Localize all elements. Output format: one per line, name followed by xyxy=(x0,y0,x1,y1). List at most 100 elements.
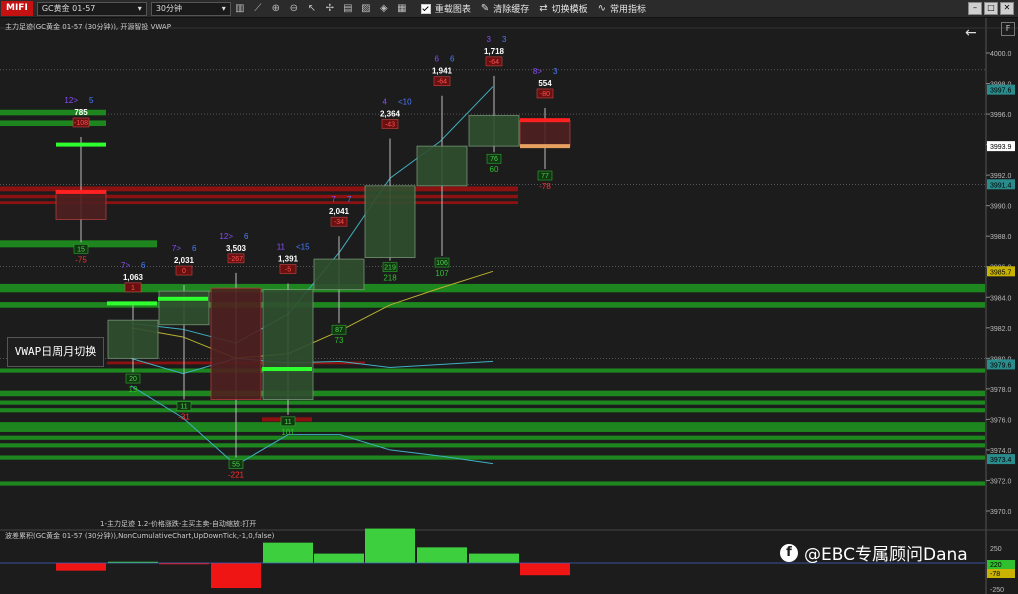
candle-top-right-label: 6 xyxy=(244,232,249,241)
chart-footer-note: 1-主力足迹 1.2-价格涨跌-主买主卖-自动缩放:打开 xyxy=(100,520,257,528)
draw-line-icon[interactable]: ⟋ xyxy=(252,3,264,15)
candle-volume-label: 3,503 xyxy=(226,244,247,253)
key-level-line xyxy=(520,144,570,149)
bar-chart-icon[interactable]: ▥ xyxy=(234,3,246,15)
price-axis-label: 3976.0 xyxy=(990,417,1012,424)
footprint-chart[interactable]: 12> 5785 -108 15 -75 7> 6 1,063 1 20 19 7> 6 2,031 0 11… xyxy=(0,18,1018,594)
candle-volume-label: 1,941 xyxy=(432,67,453,76)
zoom-in-icon[interactable]: ⊕ xyxy=(270,3,282,15)
clear-cache-button[interactable]: ✎ 清除缓存 xyxy=(481,2,529,15)
load-chart-toggle[interactable]: 重载图表 xyxy=(420,2,471,15)
candle-top-left-label: 4 xyxy=(383,97,388,106)
sub-axis-highlight-label: 220 xyxy=(990,562,1002,569)
load-chart-label: 重载图表 xyxy=(434,5,471,15)
volume-band-green xyxy=(0,109,106,116)
properties-icon[interactable]: ▤ xyxy=(342,3,354,15)
volume-band-green xyxy=(0,435,985,440)
candle-bottom-box-label: 20 xyxy=(129,376,137,383)
candle-delta-label: -64 xyxy=(489,59,499,66)
candle-body xyxy=(416,145,468,187)
timeframe-select[interactable]: 30分钟 ▾ xyxy=(150,1,231,16)
common-indicators-label: 常用指标 xyxy=(610,5,647,15)
candle-bottom-box-label: 15 xyxy=(77,246,85,253)
candle-body xyxy=(313,258,365,291)
candle-bottom-value-label: 73 xyxy=(335,336,344,345)
candle-delta-label: -43 xyxy=(385,121,395,128)
candle-bottom-box-label: 11 xyxy=(284,419,291,426)
difference-bar xyxy=(263,542,313,563)
difference-bar xyxy=(314,553,364,563)
candle-top-right-label: 5 xyxy=(89,96,94,105)
chevron-down-icon: ▾ xyxy=(221,3,226,13)
symbol-select[interactable]: GC黄金 01-57 ▾ xyxy=(36,1,147,16)
price-axis-highlight-label: 3997.6 xyxy=(990,88,1012,95)
candle-volume-label: 1,718 xyxy=(484,47,505,56)
watermark: f @EBC专属顾问Dana xyxy=(780,540,968,565)
candle-bottom-box-label: 87 xyxy=(335,327,343,334)
chart-title: 主力足迹(GC黄金 01-57 (30分钟)), 开源智投 VWAP xyxy=(5,23,171,31)
candle-body xyxy=(468,115,520,147)
crosshair-icon[interactable]: ✢ xyxy=(324,3,336,15)
candle-bottom-value-label: 218 xyxy=(383,274,397,283)
candle-delta-label: -80 xyxy=(540,91,550,98)
switch-template-button[interactable]: ⇄ 切换模板 xyxy=(539,2,587,15)
price-axis-highlight-label: 3973.4 xyxy=(990,457,1012,464)
difference-bar xyxy=(365,528,415,563)
candle-bottom-value-label: -75 xyxy=(75,255,87,264)
candle-delta-label: -64 xyxy=(437,79,447,86)
candle-top-right-label: <15 xyxy=(296,243,310,252)
switch-template-label: 切换模板 xyxy=(551,5,588,15)
volume-band-green xyxy=(0,455,985,460)
strategy-icon[interactable]: ▨ xyxy=(360,3,372,15)
window-controls: – □ ✕ xyxy=(968,2,1014,15)
back-arrow-icon[interactable]: ← xyxy=(965,25,977,41)
volume-band-green xyxy=(0,400,985,405)
candle-bottom-box-label: 76 xyxy=(490,156,498,163)
candle-top-left-label: 7> xyxy=(172,244,181,253)
candle-top-left-label: 12> xyxy=(219,232,233,241)
candle-volume-label: 1,063 xyxy=(123,273,144,282)
candle-top-right-label: 3 xyxy=(553,67,558,76)
price-axis-label: 3970.0 xyxy=(990,509,1012,516)
candle-top-left-label: 12> xyxy=(64,96,78,105)
pointer-icon[interactable]: ↖ xyxy=(306,3,318,15)
volume-band-green xyxy=(0,390,985,397)
candle-top-left-label: 3 xyxy=(487,35,492,44)
candle-body xyxy=(262,289,314,400)
chevron-down-icon: ▾ xyxy=(137,3,142,13)
indicator-icon: ∿ xyxy=(597,3,607,14)
volume-band-green xyxy=(0,481,985,486)
key-level-line xyxy=(107,301,157,306)
maximize-icon[interactable]: □ xyxy=(984,2,998,15)
candle-top-right-label: 6 xyxy=(141,261,146,270)
candle-volume-label: 2,364 xyxy=(380,109,401,118)
dom-icon[interactable]: ▦ xyxy=(396,3,408,15)
symbol-select-value: GC黄金 01-57 xyxy=(41,3,96,13)
toolbar: MIFI GC黄金 01-57 ▾ 30分钟 ▾ ▥ ⟋ ⊕ ⊖ ↖ ✢ ▤ ▨ ◈… xyxy=(0,0,1018,18)
price-axis-label: 4000.0 xyxy=(990,51,1012,58)
candle-body xyxy=(55,189,107,220)
zoom-out-icon[interactable]: ⊖ xyxy=(288,3,300,15)
common-indicators-button[interactable]: ∿ 常用指标 xyxy=(598,2,646,15)
facebook-icon: f xyxy=(780,543,798,562)
checkbox-checked-icon[interactable] xyxy=(420,3,431,14)
candle-top-left-label: 7> xyxy=(121,261,130,270)
alert-icon[interactable]: ◈ xyxy=(378,3,390,15)
close-icon[interactable]: ✕ xyxy=(1000,2,1014,15)
candle-bottom-value-label: -31 xyxy=(178,413,190,422)
candle-top-right-label: 7 xyxy=(347,195,352,204)
vwap-switch-button[interactable]: VWAP日周月切换 xyxy=(7,337,104,367)
price-axis-highlight-label: 3993.9 xyxy=(990,144,1012,151)
sub-axis-label: -250 xyxy=(990,587,1004,594)
candle-bottom-box-label: 77 xyxy=(541,173,549,180)
sub-chart-title: 波差累积(GC黄金 01-57 (30分钟)),NonCumulativeCha… xyxy=(5,532,275,540)
f-button[interactable]: F xyxy=(1001,22,1015,36)
volume-band-green xyxy=(0,368,985,373)
difference-bar xyxy=(520,563,570,576)
candle-bottom-value-label: -221 xyxy=(228,471,245,480)
candle-top-right-label: 6 xyxy=(192,244,197,253)
minimize-icon[interactable]: – xyxy=(968,2,982,15)
key-level-line xyxy=(520,118,570,123)
candle-volume-label: 1,391 xyxy=(278,255,299,264)
candle-body xyxy=(158,290,210,326)
